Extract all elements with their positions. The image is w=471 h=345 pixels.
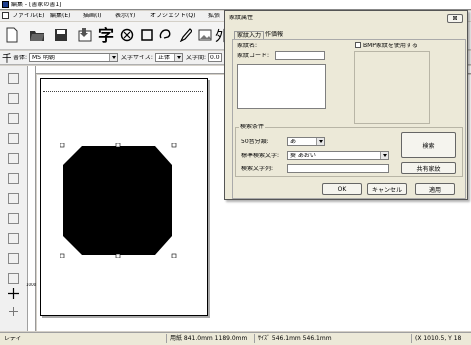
search-text-input[interactable] [287,164,389,173]
ruler-tick-label: 1000 [26,283,37,287]
palette-tool-4-icon[interactable] [8,133,19,144]
window-title: 編集 - [書家の書1] [11,2,62,8]
font-select[interactable]: MS 明朝 [29,53,118,62]
selected-shape[interactable] [60,143,177,258]
brush-tool-icon[interactable] [176,26,194,44]
shared-crest-button-label: 共有家紋 [416,165,441,173]
svg-text:字: 字 [98,26,114,44]
vertical-ruler: 1000 [26,66,37,331]
search-group-title: 検索条件 [239,124,266,130]
chevron-down-icon [380,152,388,159]
app-icon [2,1,9,8]
menu-extend[interactable]: 拡張 [208,13,220,19]
palette-tool-5-icon[interactable] [8,153,19,164]
new-document-icon[interactable] [3,26,21,44]
crest-properties-dialog: 家紋属性 ⊠ 家紋入力 作価報 家紋名: 家紋コード: BMP家紋を使用する 検… [224,10,468,200]
crest-code-label: 家紋コード: [237,53,270,59]
size-select-value: 正体 [158,55,171,61]
chevron-down-icon [174,54,182,61]
spacing-input[interactable]: 0.0 [208,53,222,62]
palette-tool-9-icon[interactable] [8,233,19,244]
palette-tool-6-icon[interactable] [8,173,19,184]
search-button-label: 検索 [422,142,435,150]
doc-icon [2,12,9,19]
octagon-shape[interactable] [63,146,172,255]
chevron-down-icon [109,54,117,61]
shared-crest-button[interactable]: 共有家紋 [401,162,456,174]
size-label: 文字サイズ: [121,55,153,61]
open-folder-icon[interactable] [28,26,46,44]
rotate-icon[interactable] [8,306,19,317]
save-icon[interactable] [52,26,70,44]
font-label: 書体: [13,55,28,61]
status-ready: レディ [4,336,22,342]
image-tool-icon[interactable] [196,26,214,44]
spacing-label: 文字間: [186,55,207,61]
close-icon: ⊠ [452,15,458,22]
crest-name-list[interactable] [237,64,326,109]
menu-file[interactable]: ファイル(E) [12,13,44,19]
search-button[interactable]: 検索 [401,132,456,158]
page-margin-line [43,91,203,92]
selection-handle[interactable] [115,143,121,148]
tab-author-info[interactable]: 作価報 [263,31,285,39]
ok-button[interactable]: OK [322,183,362,195]
spacing-input-value: 0.0 [210,55,220,61]
palette-tool-1-icon[interactable] [8,73,19,84]
size-select[interactable]: 正体 [155,53,183,62]
selection-handle[interactable] [115,253,121,258]
palette-tool-8-icon[interactable] [8,213,19,224]
crest-code-input[interactable] [275,51,325,60]
import-icon[interactable] [76,26,94,44]
bmp-checkbox-label: BMP家紋を使用する [363,43,418,49]
dialog-title: 家紋属性 [229,15,254,21]
crest-name-label: 家紋名: [237,43,258,49]
rectangle-tool-icon[interactable] [138,26,156,44]
tool-palette [0,66,28,331]
palette-tool-2-icon[interactable] [8,93,19,104]
status-object-size: ｻｲｽﾞ 546.1mm 546.1mm [254,334,338,343]
menu-edit[interactable]: 編集(E) [50,13,70,19]
ok-button-label: OK [337,185,347,193]
dialog-close-button[interactable]: ⊠ [447,14,463,23]
std-search-select[interactable]: 葵 あおい [287,151,389,160]
cancel-button-label: キャンセル [371,186,402,194]
status-paper-size: 用紙 841.0mm 1189.0mm [166,334,252,343]
gojuon-label: 50音分類: [241,139,269,145]
vertical-text-icon[interactable]: 千 [2,52,12,65]
selection-handle[interactable] [171,143,177,148]
text-tool-icon[interactable]: 字 [96,25,116,45]
palette-tool-10-icon[interactable] [8,253,19,264]
gojuon-select[interactable]: あ [287,137,325,146]
font-select-value: MS 明朝 [32,55,55,61]
title-bar: 編集 - [書家の書1] [0,0,471,10]
bmp-checkbox[interactable] [355,42,361,48]
svg-text:千: 千 [2,53,11,64]
status-coordinates: (X 1010.5, Y 18 [411,334,471,343]
crest-preview-area [354,51,430,124]
move-cross-icon[interactable] [8,288,19,299]
palette-tool-3-icon[interactable] [8,113,19,124]
chevron-down-icon [316,138,324,145]
selection-handle[interactable] [60,143,65,148]
apply-button-label: 適用 [428,186,441,194]
apply-button[interactable]: 適用 [415,183,455,195]
cancel-button[interactable]: キャンセル [367,183,407,195]
selection-handle[interactable] [60,253,65,258]
palette-tool-7-icon[interactable] [8,193,19,204]
std-search-value: 葵 あおい [290,153,316,159]
palette-tool-11-icon[interactable] [8,273,19,284]
search-text-label: 検索文字列: [241,166,274,172]
menu-object[interactable]: オブジェクト(Q) [150,13,195,19]
menu-draw[interactable]: 描画(I) [83,13,101,19]
crest-tool-icon[interactable] [118,26,136,44]
gojuon-value: あ [290,139,297,145]
lasso-tool-icon[interactable] [156,26,174,44]
menu-view[interactable]: 表示(Y) [115,13,135,19]
selection-handle[interactable] [171,253,177,258]
std-search-label: 標準検索文字: [241,153,280,159]
